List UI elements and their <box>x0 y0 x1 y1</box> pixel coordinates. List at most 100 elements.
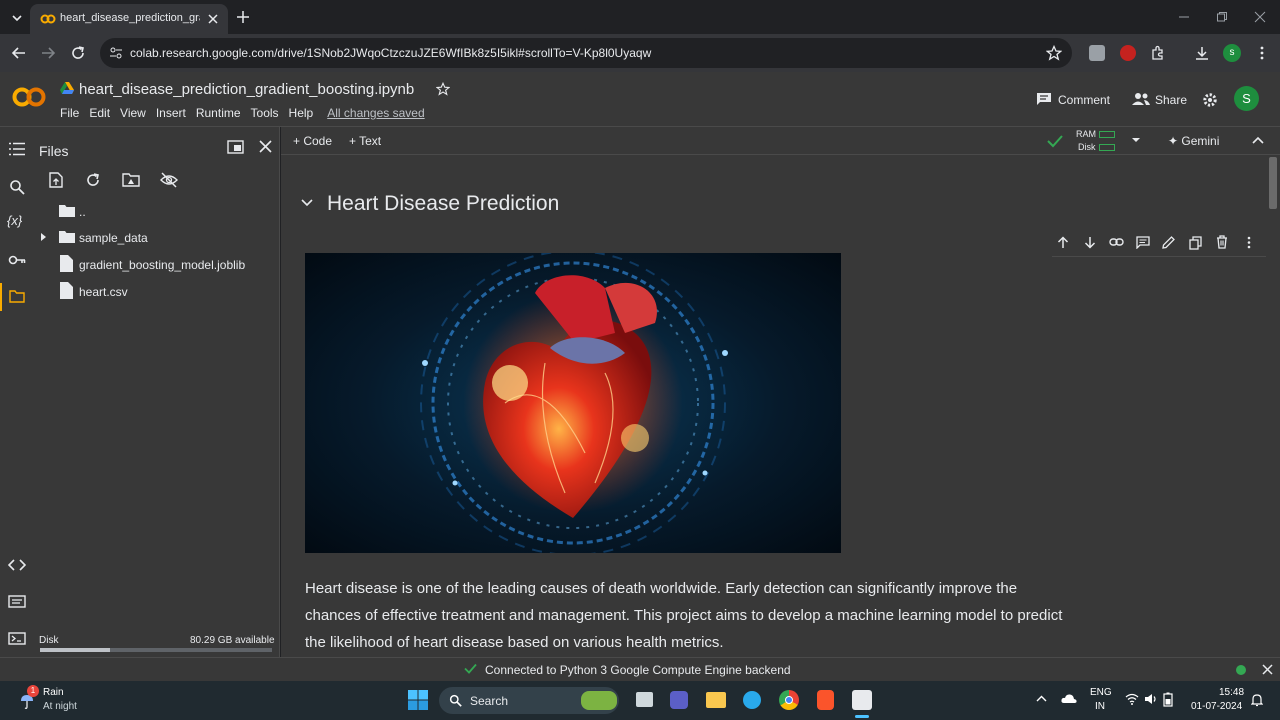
move-up-arrow-icon[interactable] <box>1057 236 1069 249</box>
profile-avatar[interactable]: s <box>1223 44 1241 62</box>
left-icon-rail: {x} <box>0 127 33 658</box>
user-avatar[interactable]: S <box>1234 86 1259 111</box>
folder-icon <box>59 231 75 243</box>
menu-insert[interactable]: Insert <box>156 106 186 120</box>
save-status[interactable]: All changes saved <box>327 106 424 120</box>
edit-pencil-icon[interactable] <box>1162 236 1175 249</box>
open-in-tab-icon[interactable] <box>227 140 244 154</box>
menu-view[interactable]: View <box>120 106 146 120</box>
close-panel-icon[interactable] <box>259 140 272 153</box>
restore-icon[interactable] <box>1216 11 1228 23</box>
file-tree-item-model[interactable]: gradient_boosting_model.joblib <box>33 254 279 278</box>
tab-list-button[interactable] <box>8 9 26 27</box>
paragraph-line: Heart disease is one of the leading caus… <box>305 580 1018 597</box>
scrollbar-thumb[interactable] <box>1269 157 1277 209</box>
volume-icon[interactable] <box>1144 693 1158 705</box>
hide-files-eye-icon[interactable] <box>160 172 178 188</box>
browser-menu-icon[interactable] <box>1254 45 1270 61</box>
teams-icon[interactable] <box>670 691 688 709</box>
browser-tab[interactable]: heart_disease_prediction_gradie <box>30 4 228 34</box>
telegram-icon[interactable] <box>743 691 761 709</box>
folder-icon <box>59 205 75 217</box>
file-explorer-icon[interactable] <box>706 692 726 708</box>
table-of-contents-icon[interactable] <box>9 142 25 156</box>
url-text: colab.research.google.com/drive/1SNob2JW… <box>130 46 652 60</box>
new-tab-icon[interactable] <box>236 10 250 24</box>
more-options-icon[interactable] <box>1247 236 1251 249</box>
command-palette-icon[interactable] <box>8 595 26 608</box>
chrome-icon[interactable] <box>779 690 799 710</box>
back-arrow-icon[interactable] <box>11 45 27 61</box>
windows-start-icon[interactable] <box>408 690 428 710</box>
comment-button[interactable]: Comment <box>1058 93 1110 107</box>
move-down-arrow-icon[interactable] <box>1084 236 1096 249</box>
close-status-icon[interactable] <box>1262 664 1273 675</box>
copy-cell-icon[interactable] <box>1189 236 1202 250</box>
notifications-bell-icon[interactable] <box>1251 693 1263 707</box>
puzzle-extensions-icon[interactable] <box>1150 45 1166 61</box>
windows-taskbar: 1 Rain At night Search ENG IN 15:48 01-0… <box>0 681 1280 720</box>
connected-check-icon <box>1047 134 1063 148</box>
download-icon[interactable] <box>1194 45 1210 61</box>
code-snippets-icon[interactable] <box>8 559 26 571</box>
close-window-icon[interactable] <box>1254 11 1266 23</box>
language-region: IN <box>1095 701 1105 712</box>
add-comment-icon[interactable] <box>1136 236 1150 249</box>
menu-help[interactable]: Help <box>289 106 314 120</box>
brave-icon[interactable] <box>817 690 834 710</box>
clock-time[interactable]: 15:48 <box>1219 687 1244 698</box>
gemini-button[interactable]: ✦ Gemini <box>1168 134 1219 148</box>
disk-label: Disk <box>39 635 59 646</box>
menu-runtime[interactable]: Runtime <box>196 106 241 120</box>
snipping-tool-icon[interactable] <box>852 690 872 710</box>
link-icon[interactable] <box>1109 237 1124 247</box>
runtime-dropdown-icon[interactable] <box>1131 136 1141 144</box>
delete-trash-icon[interactable] <box>1216 235 1228 249</box>
extension-icon[interactable] <box>1089 45 1105 61</box>
mount-drive-icon[interactable] <box>122 173 140 187</box>
file-tree-label: sample_data <box>79 231 148 245</box>
forward-arrow-icon[interactable] <box>40 45 56 61</box>
collapse-section-chevron-icon[interactable] <box>301 199 313 207</box>
refresh-icon[interactable] <box>85 172 101 188</box>
file-tree-item-heart-csv[interactable]: heart.csv <box>33 281 279 305</box>
site-info-icon[interactable] <box>109 46 123 60</box>
address-bar[interactable]: colab.research.google.com/drive/1SNob2JW… <box>100 38 1072 68</box>
share-button[interactable]: Share <box>1155 93 1187 107</box>
file-tree-item-parent[interactable]: .. <box>33 201 279 225</box>
language-code[interactable]: ENG <box>1090 687 1112 698</box>
disk-usage-track <box>40 648 272 652</box>
menu-file[interactable]: File <box>60 106 79 120</box>
bookmark-star-icon[interactable] <box>1046 45 1062 61</box>
menu-edit[interactable]: Edit <box>89 106 110 120</box>
close-tab-icon[interactable] <box>206 12 220 26</box>
reload-icon[interactable] <box>70 45 86 61</box>
upload-file-icon[interactable] <box>49 172 63 188</box>
battery-icon[interactable] <box>1163 692 1173 707</box>
onedrive-cloud-icon[interactable] <box>1061 693 1077 704</box>
file-tree-item-sample-data[interactable]: sample_data <box>33 227 279 251</box>
add-code-button[interactable]: + Code <box>293 134 332 148</box>
task-view-icon[interactable] <box>636 692 653 707</box>
tray-chevron-up-icon[interactable] <box>1036 695 1047 702</box>
notebook-title[interactable]: heart_disease_prediction_gradient_boosti… <box>79 81 414 98</box>
adblock-extension-icon[interactable] <box>1120 45 1136 61</box>
menu-tools[interactable]: Tools <box>251 106 279 120</box>
taskbar-search-box[interactable]: Search <box>439 687 619 714</box>
drive-icon <box>60 82 74 95</box>
search-icon[interactable] <box>9 179 25 195</box>
files-folder-icon[interactable] <box>9 290 25 303</box>
wifi-icon[interactable] <box>1125 693 1139 705</box>
comment-icon <box>1036 92 1052 106</box>
add-text-button[interactable]: + Text <box>349 134 381 148</box>
minimize-icon[interactable] <box>1178 11 1190 23</box>
gear-icon[interactable] <box>1202 92 1218 108</box>
collapse-chevron-up-icon[interactable] <box>1252 136 1264 144</box>
star-notebook-icon[interactable] <box>436 82 450 96</box>
secrets-key-icon[interactable] <box>8 254 26 266</box>
files-panel: Files .. sample_data gradient_boosting_m… <box>33 127 280 658</box>
variables-icon[interactable]: {x} <box>7 213 22 228</box>
colab-logo[interactable] <box>11 86 47 108</box>
terminal-icon[interactable] <box>8 632 26 645</box>
notebook-scrollbar[interactable] <box>1269 157 1277 657</box>
